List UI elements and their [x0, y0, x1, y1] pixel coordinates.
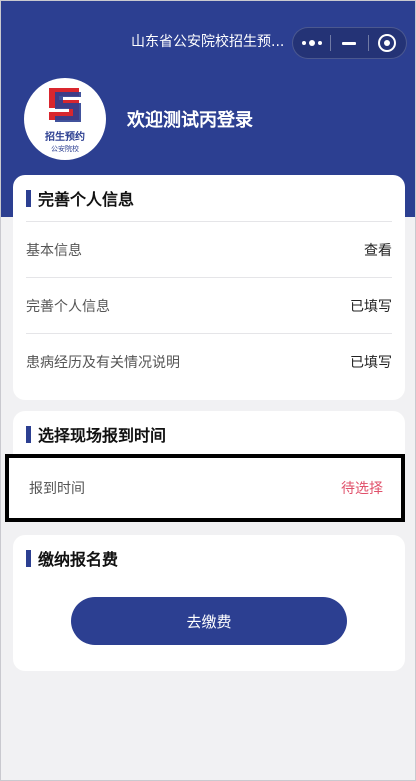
app-screen: 山东省公安院校招生预... 招生预约 公安院校 欢迎测试丙登录 完善个人信息 基…: [0, 0, 416, 781]
personal-info-card: 完善个人信息 基本信息 查看 完善个人信息 已填写 患病经历及有关情况说明 已填…: [13, 175, 405, 400]
status-text: 已填写: [350, 298, 392, 315]
pending-select-link[interactable]: 待选择: [341, 478, 383, 498]
view-link[interactable]: 查看: [364, 240, 392, 260]
welcome-text: 欢迎测试丙登录: [127, 110, 253, 131]
logo-mark-icon: [49, 88, 81, 122]
title-accent-bar: [26, 425, 31, 443]
title-accent-bar: [26, 189, 31, 207]
close-target-icon: [378, 34, 397, 52]
card-title: 缴纳报名费: [13, 535, 405, 581]
fee-card: 缴纳报名费 去缴费: [13, 535, 405, 671]
miniprogram-capsule: [292, 27, 407, 59]
row-report-time[interactable]: 报到时间 待选择: [5, 454, 405, 522]
pay-button[interactable]: 去缴费: [71, 597, 347, 645]
row-label: 基本信息: [26, 242, 82, 259]
row-label: 完善个人信息: [26, 298, 110, 315]
status-text: 已填写: [350, 354, 392, 371]
row-complete-info[interactable]: 完善个人信息 已填写: [26, 277, 392, 333]
title-accent-bar: [26, 549, 31, 567]
more-button[interactable]: [293, 27, 330, 59]
row-medical-history[interactable]: 患病经历及有关情况说明 已填写: [26, 333, 392, 389]
fee-title: 缴纳报名费: [38, 550, 119, 569]
row-basic-info[interactable]: 基本信息 查看: [26, 221, 392, 277]
nav-title: 山东省公安院校招生预...: [131, 34, 285, 50]
logo-text-main: 招生预约: [45, 132, 85, 143]
minimize-icon: [342, 41, 357, 45]
report-time-title: 选择现场报到时间: [38, 426, 167, 445]
card-title: 完善个人信息: [13, 175, 405, 221]
personal-info-title: 完善个人信息: [38, 190, 135, 209]
school-logo: 招生预约 公安院校: [24, 78, 106, 160]
minimize-button[interactable]: [331, 27, 368, 59]
close-button[interactable]: [369, 27, 406, 59]
more-icon: [301, 40, 322, 46]
card-title: 选择现场报到时间: [13, 411, 405, 457]
row-label: 报到时间: [29, 481, 85, 497]
row-label: 患病经历及有关情况说明: [26, 354, 180, 371]
logo-text-sub: 公安院校: [51, 145, 79, 153]
report-time-card: 选择现场报到时间 报到时间 待选择: [5, 411, 405, 522]
